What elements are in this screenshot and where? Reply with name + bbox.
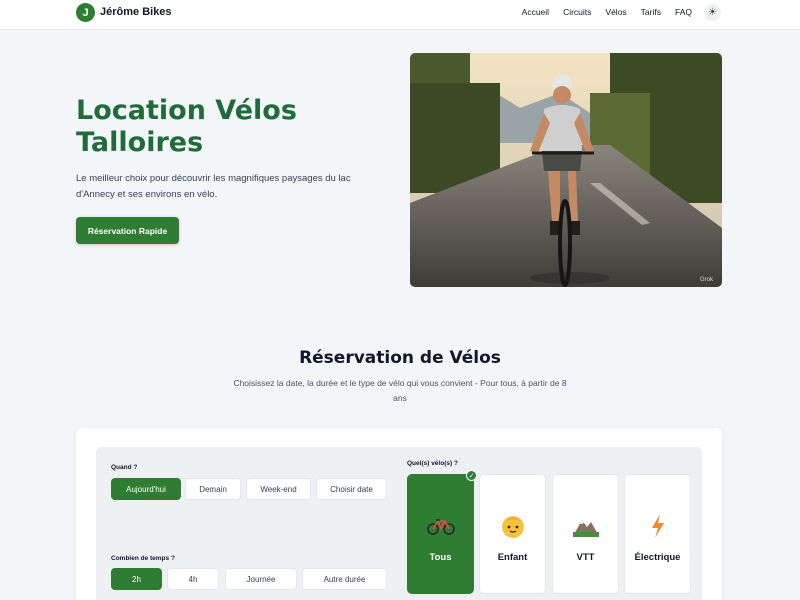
duration-option-day[interactable]: Journée — [225, 568, 297, 590]
duration-option-4h[interactable]: 4h — [167, 568, 219, 590]
when-option-today[interactable]: Aujourd'hui — [111, 478, 181, 500]
main-nav: Accueil Circuits Vélos Tarifs FAQ — [522, 7, 692, 17]
photo-watermark: Grok — [700, 277, 714, 283]
hero-title-line1: Location Vélos — [76, 95, 297, 126]
duration-option-other[interactable]: Autre durée — [302, 568, 387, 590]
top-navbar: J Jérôme Bikes Accueil Circuits Vélos Ta… — [0, 0, 800, 30]
duration-option-2h[interactable]: 2h — [111, 568, 162, 590]
nav-item-faq[interactable]: FAQ — [675, 7, 692, 17]
hero-description: Le meilleur choix pour découvrir les mag… — [76, 173, 351, 200]
duration-label: Combien de temps ? — [111, 555, 175, 562]
brand-logo[interactable]: J — [76, 3, 95, 22]
booking-section-title: Réservation de Vélos — [299, 348, 501, 368]
bike-type-all[interactable]: Tous — [407, 474, 474, 594]
hero-title: Location Vélos Talloires — [76, 95, 297, 159]
checkmark-icon: ✓ — [466, 470, 477, 481]
brand-name[interactable]: Jérôme Bikes — [100, 6, 172, 18]
bike-type-label: VTT — [576, 552, 595, 563]
nav-item-accueil[interactable]: Accueil — [522, 7, 549, 17]
sun-icon: ☀ — [708, 7, 717, 18]
when-option-tomorrow[interactable]: Demain — [185, 478, 241, 500]
theme-toggle-button[interactable]: ☀ — [704, 4, 721, 21]
quick-booking-button[interactable]: Réservation Rapide — [76, 217, 179, 244]
when-option-weekend[interactable]: Week-end — [246, 478, 311, 500]
bike-type-electric[interactable]: Électrique — [624, 474, 691, 594]
mountain-icon — [553, 512, 618, 540]
nav-item-velos[interactable]: Vélos — [605, 7, 626, 17]
when-label: Quand ? — [111, 464, 138, 471]
nav-item-tarifs[interactable]: Tarifs — [641, 7, 661, 17]
hero-title-line2: Talloires — [76, 127, 204, 158]
booking-section-subtitle: Choisissez la date, la durée et le type … — [233, 378, 567, 403]
lightning-icon — [625, 512, 690, 540]
bike-type-label: Électrique — [634, 552, 681, 563]
when-option-pick-date[interactable]: Choisir date — [316, 478, 387, 500]
bicycle-icon — [408, 512, 473, 540]
nav-item-circuits[interactable]: Circuits — [563, 7, 591, 17]
child-face-icon — [480, 512, 545, 540]
bike-type-child[interactable]: Enfant — [479, 474, 546, 594]
bikes-label: Quel(s) vélo(s) ? — [407, 460, 458, 467]
bike-type-label: Tous — [429, 552, 452, 563]
bike-type-mtb[interactable]: VTT — [552, 474, 619, 594]
bike-type-label: Enfant — [497, 552, 528, 563]
hero-cyclist-photo: Grok — [410, 53, 722, 287]
